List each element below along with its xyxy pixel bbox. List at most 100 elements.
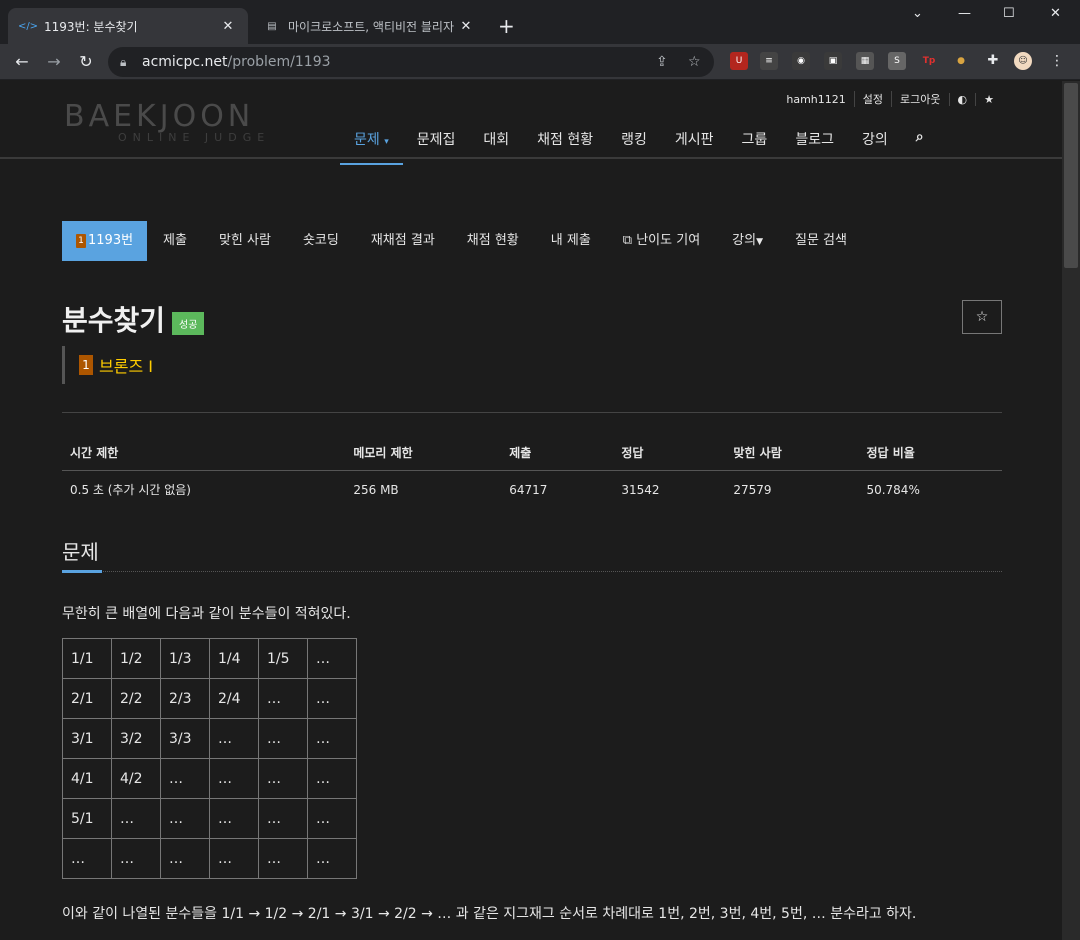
table-cell: 50.784% xyxy=(866,482,920,497)
nav-item-problems[interactable]: 문제 ▾ xyxy=(340,121,403,165)
ublock-extension-icon[interactable]: U xyxy=(730,52,748,70)
news-favicon-icon: ▤ xyxy=(267,20,277,32)
subnav-item-difficulty[interactable]: ⧉ 난이도 기여 xyxy=(607,221,716,261)
window-close-icon[interactable]: ✕ xyxy=(1050,6,1061,21)
grid-cell: … xyxy=(307,798,357,839)
subnav-item-status[interactable]: 채점 현황 xyxy=(451,221,535,261)
tab-title: 1193번: 분수찾기 xyxy=(44,19,138,34)
reload-icon[interactable]: ↻ xyxy=(74,50,98,74)
nav-item-contests[interactable]: 대회 xyxy=(469,121,523,165)
grid-cell: … xyxy=(111,838,161,879)
table-cell: 64717 xyxy=(509,482,548,497)
browser-menu-icon[interactable]: ⋮ xyxy=(1048,52,1066,70)
subnav-item-problem[interactable]: 1 1193번 xyxy=(62,221,148,261)
lock-icon: 🔒︎ xyxy=(120,55,127,69)
nav-item-groups[interactable]: 그룹 xyxy=(728,121,782,165)
grid-cell: … xyxy=(209,798,259,839)
subnav-item-solved-users[interactable]: 맞힌 사람 xyxy=(203,221,287,261)
extension-icon[interactable]: S xyxy=(888,52,906,70)
minimize-icon[interactable]: — xyxy=(958,6,971,21)
site-logo[interactable]: BAEKJOON xyxy=(64,99,254,134)
nav-item-board[interactable]: 게시판 xyxy=(661,121,728,165)
table-header: 메모리 제한 xyxy=(345,436,502,471)
favorite-star-button[interactable]: ☆ xyxy=(962,300,1002,334)
grid-cell: 5/1 xyxy=(62,798,112,839)
user-link-logout[interactable]: 로그아웃 xyxy=(891,91,948,107)
puzzle-extensions-icon[interactable]: ✚ xyxy=(984,52,1002,70)
user-link-username[interactable]: hamh1121 xyxy=(778,93,853,106)
subnav-item-my-submissions[interactable]: 내 제출 xyxy=(535,221,607,261)
forward-arrow-icon[interactable]: → xyxy=(42,50,66,74)
tab-close-icon[interactable]: ✕ xyxy=(458,19,474,34)
table-header-row: 시간 제한 메모리 제한 제출 정답 맞힌 사람 정답 비율 xyxy=(62,436,1002,471)
share-icon[interactable]: ⇪ xyxy=(656,47,668,77)
subnav-item-rejudge[interactable]: 재채점 결과 xyxy=(355,221,451,261)
subnav-item-questions[interactable]: 질문 검색 xyxy=(779,221,863,261)
search-icon[interactable]: ⌕ xyxy=(902,121,938,165)
divider xyxy=(62,412,1002,413)
subnav-item-submit[interactable]: 제출 xyxy=(147,221,203,261)
extension-icon[interactable]: ▦ xyxy=(856,52,874,70)
grid-cell: 2/4 xyxy=(209,678,259,719)
page-scrollbar[interactable] xyxy=(1062,81,1080,940)
table-header: 정답 xyxy=(613,436,726,471)
nav-item-blog[interactable]: 블로그 xyxy=(781,121,848,165)
section-divider xyxy=(62,571,1002,572)
grid-cell: 4/1 xyxy=(62,758,112,799)
table-row: 0.5 초 (추가 시간 없음) 256 MB 64717 31542 2757… xyxy=(62,471,1002,509)
tab-search-icon[interactable]: ⌄ xyxy=(912,6,923,21)
grid-cell: … xyxy=(307,718,357,759)
external-link-icon: ⧉ xyxy=(622,233,633,248)
main-nav: 문제 ▾ 문제집 대회 채점 현황 랭킹 게시판 그룹 블로그 강의 ⌕ xyxy=(340,121,938,165)
grid-cell: 2/3 xyxy=(160,678,210,719)
globe-icon[interactable]: ◐ xyxy=(948,92,976,106)
browser-tab-active[interactable]: </> 1193번: 분수찾기 ✕ xyxy=(8,8,248,44)
nav-item-workbooks[interactable]: 문제집 xyxy=(403,121,470,165)
nav-item-ranking[interactable]: 랭킹 xyxy=(607,121,661,165)
maximize-icon[interactable]: ☐ xyxy=(1003,6,1015,21)
grid-cell: … xyxy=(307,678,357,719)
extension-icon[interactable]: ▣ xyxy=(824,52,842,70)
grid-cell: … xyxy=(160,798,210,839)
section-heading: 문제 xyxy=(62,540,99,564)
favorites-star-icon[interactable]: ★ xyxy=(975,92,1002,106)
new-tab-icon[interactable]: + xyxy=(498,14,515,38)
nav-item-status[interactable]: 채점 현황 xyxy=(523,121,607,165)
grid-cell: 1/2 xyxy=(111,638,161,679)
grid-cell: … xyxy=(160,838,210,879)
back-arrow-icon[interactable]: ← xyxy=(10,50,34,74)
extension-icon[interactable]: Tp xyxy=(920,52,938,70)
tab-close-icon[interactable]: ✕ xyxy=(220,19,236,34)
grid-row: 4/1 4/2………… xyxy=(62,758,357,799)
extension-icon[interactable]: ◉ xyxy=(792,52,810,70)
grid-row: 2/1 2/2 2/3 2/4…… xyxy=(62,678,357,719)
site-header: BAEKJOON ONLINE JUDGE hamh1121 설정 로그아웃 ◐… xyxy=(0,81,1062,165)
table-header: 시간 제한 xyxy=(62,436,346,471)
browser-tab-inactive[interactable]: ▤ 마이크로소프트, 액티비전 블리자 ✕ xyxy=(252,8,486,44)
extension-icon[interactable]: ≡ xyxy=(760,52,778,70)
grid-row: 1/1 1/2 1/3 1/4 1/5… xyxy=(62,638,357,679)
nav-item-lectures[interactable]: 강의 xyxy=(848,121,902,165)
user-link-settings[interactable]: 설정 xyxy=(853,91,891,107)
url-host: acmicpc.net xyxy=(142,54,228,70)
avatar[interactable]: ☺ xyxy=(1014,52,1032,70)
tier-label[interactable]: 브론즈 I xyxy=(99,353,153,377)
page: BAEKJOON ONLINE JUDGE hamh1121 설정 로그아웃 ◐… xyxy=(0,81,1062,940)
grid-cell: 2/2 xyxy=(111,678,161,719)
subnav-item-lectures[interactable]: 강의▼ xyxy=(716,221,779,261)
problem-tier: 1 브론즈 I xyxy=(62,346,153,384)
bookmark-star-icon[interactable]: ☆ xyxy=(688,47,701,77)
browser-tabbar: </> 1193번: 분수찾기 ✕ ▤ 마이크로소프트, 액티비전 블리자 ✕ … xyxy=(0,0,1080,44)
scrollbar-thumb[interactable] xyxy=(1064,83,1078,268)
grid-cell: … xyxy=(258,838,308,879)
grid-cell: … xyxy=(111,798,161,839)
problem-description: 무한히 큰 배열에 다음과 같이 분수들이 적혀있다. xyxy=(62,606,351,622)
grid-cell: … xyxy=(258,718,308,759)
problem-description-continued: 이와 같이 나열된 분수들을 1/1 → 1/2 → 2/1 → 3/1 → 2… xyxy=(62,906,917,922)
grid-cell: … xyxy=(160,758,210,799)
address-bar[interactable]: 🔒︎ acmicpc.net/problem/1193 ⇪ ☆ xyxy=(108,47,714,77)
problem-title: 분수찾기 xyxy=(62,304,166,337)
user-links: hamh1121 설정 로그아웃 ◐ ★ xyxy=(778,91,1002,107)
cookie-extension-icon[interactable]: ● xyxy=(952,52,970,70)
subnav-item-short-coding[interactable]: 숏코딩 xyxy=(287,221,355,261)
